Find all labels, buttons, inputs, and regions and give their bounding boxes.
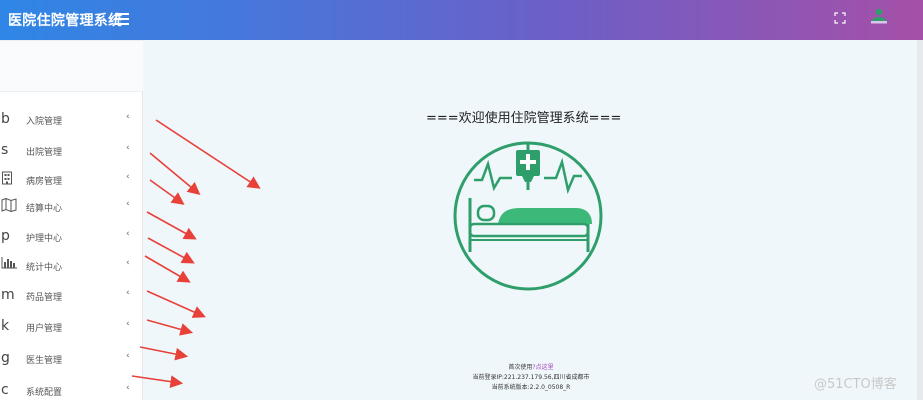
- sidebar-item-label: 医生管理: [26, 356, 63, 366]
- sidebar-item-discharge[interactable]: s 出院管理 ‹: [0, 141, 143, 165]
- first-use-line: 首次使用?点这里: [431, 363, 631, 373]
- sidebar-item-label: 统计中心: [26, 263, 63, 273]
- sidebar-item-label: 系统配置: [26, 388, 63, 398]
- chevron-left-icon: ‹: [126, 383, 130, 393]
- hamburger-icon[interactable]: [115, 13, 129, 25]
- first-use-link[interactable]: ?点这里: [532, 364, 553, 371]
- welcome-heading: ===欢迎使用住院管理系统===: [426, 111, 622, 126]
- sidebar-item-config[interactable]: c 系统配置 ‹: [0, 381, 143, 400]
- sidebar: b 入院管理 ‹ s 出院管理 ‹ 病房管理 ‹ 结算中心 ‹ p 护理中心 ‹…: [0, 40, 143, 400]
- sidebar-item-label: 用户管理: [26, 324, 63, 334]
- chevron-left-icon: ‹: [126, 288, 130, 298]
- medicine-glyph-icon: m: [1, 287, 15, 303]
- chevron-left-icon: ‹: [126, 319, 130, 329]
- chevron-left-icon: ‹: [126, 258, 130, 268]
- nursing-glyph-icon: p: [1, 228, 10, 244]
- chevron-left-icon: ‹: [126, 143, 130, 153]
- admission-glyph-icon: b: [1, 111, 10, 127]
- sidebar-item-medicine[interactable]: m 药品管理 ‹: [0, 286, 143, 310]
- discharge-glyph-icon: s: [1, 142, 9, 158]
- chevron-left-icon: ‹: [126, 199, 130, 209]
- sidebar-item-label: 药品管理: [26, 293, 63, 303]
- sidebar-item-admission[interactable]: b 入院管理 ‹: [0, 110, 143, 134]
- watermark-text: @51CTO博客: [814, 377, 897, 392]
- sidebar-item-nursing[interactable]: p 护理中心 ‹: [0, 227, 143, 251]
- building-icon: [1, 171, 17, 185]
- app-title: 医院住院管理系统: [8, 13, 123, 29]
- first-use-text: 首次使用: [508, 364, 533, 371]
- sidebar-item-settlement[interactable]: 结算中心 ‹: [0, 197, 143, 221]
- top-header: 医院住院管理系统: [0, 0, 923, 40]
- fullscreen-icon[interactable]: [834, 12, 846, 24]
- chevron-left-icon: ‹: [126, 172, 130, 182]
- vertical-scrollbar[interactable]: [917, 40, 923, 400]
- chevron-left-icon: ‹: [126, 229, 130, 239]
- version-text: 当前系统版本:2.2.0_0508_R: [491, 384, 571, 391]
- sidebar-item-label: 病房管理: [26, 177, 63, 187]
- chevron-left-icon: ‹: [126, 351, 130, 361]
- bar-chart-icon: [1, 257, 17, 269]
- users-glyph-icon: k: [1, 318, 10, 334]
- footer-info: 首次使用?点这里 当前登录IP:221.237.179.56,四川省成都市 当前…: [431, 363, 631, 393]
- sidebar-item-statistics[interactable]: 统计中心 ‹: [0, 256, 143, 280]
- sidebar-item-doctors[interactable]: g 医生管理 ‹: [0, 349, 143, 373]
- sidebar-item-label: 入院管理: [26, 117, 63, 127]
- map-icon: [1, 198, 17, 212]
- sidebar-item-ward[interactable]: 病房管理 ‹: [0, 170, 143, 194]
- user-avatar-icon[interactable]: [868, 6, 890, 28]
- sidebar-item-label: 出院管理: [26, 148, 63, 158]
- hospital-bed-icon: [453, 141, 603, 291]
- config-glyph-icon: c: [1, 382, 9, 398]
- doctors-glyph-icon: g: [1, 350, 10, 366]
- sidebar-user-panel: [0, 40, 143, 92]
- sidebar-item-users[interactable]: k 用户管理 ‹: [0, 317, 143, 341]
- sidebar-item-label: 结算中心: [26, 204, 63, 214]
- sidebar-item-label: 护理中心: [26, 234, 63, 244]
- login-ip-text: 当前登录IP:221.237.179.56,四川省成都市: [472, 374, 590, 381]
- chevron-left-icon: ‹: [126, 112, 130, 122]
